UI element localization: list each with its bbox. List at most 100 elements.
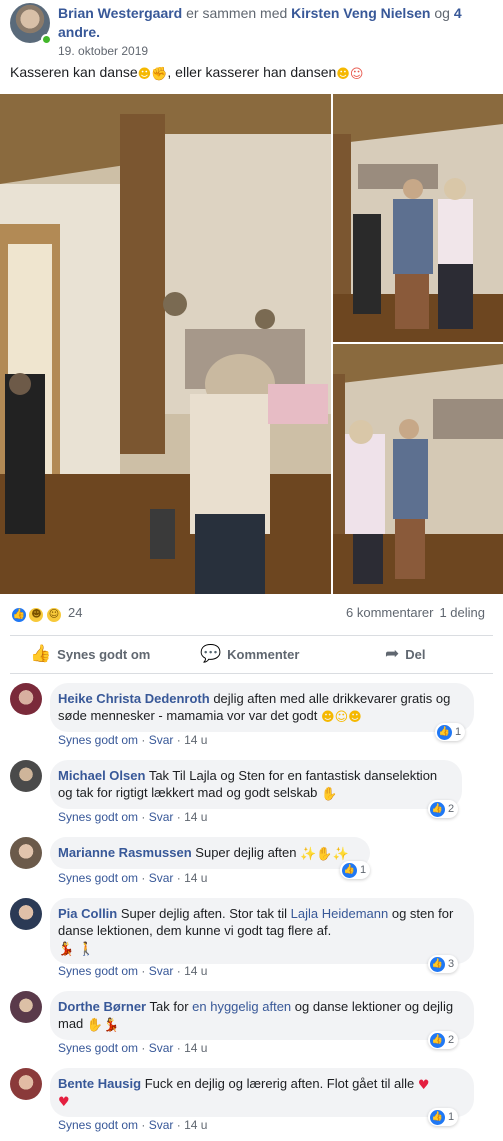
comment-time[interactable]: 14 u (184, 1118, 207, 1132)
commenter-name[interactable]: Dorthe Børner (58, 999, 146, 1014)
post-author-line: Brian Westergaard er sammen med Kirsten … (58, 4, 488, 42)
thumbs-up-emoji-icon: ✋ (321, 787, 338, 802)
comment-reply-link[interactable]: Svar (149, 964, 174, 978)
commenter-avatar[interactable] (10, 837, 42, 869)
post-header: Brian Westergaard er sammen med Kirsten … (10, 3, 495, 58)
like-button-label: Synes godt om (57, 646, 151, 662)
comment-like-link[interactable]: Synes godt om (58, 733, 138, 747)
comment-bubble: Michael Olsen Tak Til Lajla og Sten for … (50, 760, 462, 809)
comment-bubble: Dorthe Børner Tak for en hyggelig aften … (50, 991, 474, 1040)
comment-like-link[interactable]: Synes godt om (58, 871, 138, 885)
comment-reply-link[interactable]: Svar (149, 871, 174, 885)
post-actions: 👍 Synes godt om 💬 Kommenter ➦ Del (10, 637, 493, 671)
comment-button-label: Kommenter (227, 646, 300, 662)
comment-like-link[interactable]: Synes godt om (58, 1041, 138, 1055)
photo-bottom-right[interactable] (333, 344, 503, 594)
heart-emoji-icon: ♥ (58, 1095, 70, 1110)
comment-bubble: Marianne Rasmussen Super dejlig aften ✨✋… (50, 837, 370, 869)
comment-like-link[interactable]: Synes godt om (58, 1118, 138, 1132)
comment-reply-link[interactable]: Svar (149, 733, 174, 747)
comment-meta: Synes godt om · Svar · 14 u (58, 871, 208, 885)
online-status-icon (41, 34, 52, 45)
like-reaction-icon: 👍 (430, 1109, 445, 1125)
comment-tag-link[interactable]: en hyggelig aften (192, 999, 291, 1014)
flexed-biceps-emoji-icon: ✊ (151, 67, 168, 82)
thumbs-up-emoji-icon: ✋ (86, 1018, 104, 1033)
comment-meta: Synes godt om · Svar · 14 u (58, 964, 208, 978)
reaction-icons[interactable]: 👍 ☻ ☺ (10, 604, 63, 624)
comment-reaction-count: 2 (448, 1034, 455, 1046)
comment-reaction-badge[interactable]: 👍 1 (428, 1108, 459, 1126)
comment-text-a: Tak for (149, 999, 193, 1014)
comment-like-link[interactable]: Synes godt om (58, 810, 138, 824)
commenter-name[interactable]: Heike Christa Dedenroth (58, 691, 210, 706)
comment-meta: Synes godt om · Svar · 14 u (58, 1118, 208, 1132)
comment-meta: Synes godt om · Svar · 14 u (58, 1041, 208, 1055)
like-reaction-icon: 👍 (342, 862, 357, 878)
commenter-name[interactable]: Bente Hausig (58, 1076, 141, 1091)
comment-reaction-badge[interactable]: 👍 2 (428, 800, 459, 818)
photo-bottom-right-image (333, 344, 503, 594)
commenter-avatar[interactable] (10, 1068, 42, 1100)
comment-reply-link[interactable]: Svar (149, 810, 174, 824)
comment-text: Fuck en dejlig og lærerig aften. Flot gå… (144, 1076, 415, 1091)
comment-time[interactable]: 14 u (184, 1041, 207, 1055)
comment-reaction-count: 1 (360, 864, 367, 876)
comment-meta: Synes godt om · Svar · 14 u (58, 733, 208, 747)
dancer-emoji-icon: 💃 (103, 1018, 120, 1033)
author-name-link[interactable]: Brian Westergaard (58, 5, 182, 21)
tagged-person-link[interactable]: Kirsten Veng Nielsen (291, 5, 430, 21)
commenter-avatar[interactable] (10, 991, 42, 1023)
photo-main[interactable] (0, 94, 331, 594)
thumbs-up-icon: 👍 (30, 644, 52, 664)
comment-button[interactable]: 💬 Kommenter (200, 637, 299, 671)
comment-time[interactable]: 14 u (184, 810, 207, 824)
post-date[interactable]: 19. oktober 2019 (58, 44, 148, 58)
dancer-emoji-icon: 💃 🚶 (58, 942, 95, 957)
commenter-avatar[interactable] (10, 760, 42, 792)
heart-eyes-emoji-icon: ☻ (137, 67, 152, 82)
like-reaction-icon: 👍 (430, 1032, 445, 1048)
commenter-name[interactable]: Pia Collin (58, 906, 117, 921)
party-emoji-icon: ✨✋✨ (300, 847, 349, 862)
like-reaction-icon: 👍 (10, 606, 28, 624)
share-arrow-icon: ➦ (385, 644, 400, 664)
commenter-avatar[interactable] (10, 683, 42, 715)
caption-part-1: Kasseren kan danse (10, 64, 138, 80)
comment-time[interactable]: 14 u (184, 733, 207, 747)
like-button[interactable]: 👍 Synes godt om (30, 637, 150, 671)
commenter-name[interactable]: Michael Olsen (58, 768, 145, 783)
comment-reaction-badge[interactable]: 👍 1 (340, 861, 371, 879)
comment-reply-link[interactable]: Svar (149, 1118, 174, 1132)
comment-count-link[interactable]: 6 kommentarer (346, 605, 433, 620)
like-reaction-icon: 👍 (437, 724, 452, 740)
comment-reaction-badge[interactable]: 👍 1 (435, 723, 466, 741)
comment-reply-link[interactable]: Svar (149, 1041, 174, 1055)
comment-text: Super dejlig aften (195, 845, 297, 860)
comment-reaction-badge[interactable]: 👍 2 (428, 1031, 459, 1049)
grinning-emoji-icon: ☻☺☻ (321, 710, 362, 725)
share-button[interactable]: ➦ Del (385, 637, 425, 671)
comment-time[interactable]: 14 u (184, 964, 207, 978)
comment-reaction-badge[interactable]: 👍 3 (428, 955, 459, 973)
comment-meta: Synes godt om · Svar · 14 u (58, 810, 208, 824)
share-count-link[interactable]: 1 deling (439, 605, 485, 620)
post-caption: Kasseren kan danse☻✊, eller kasserer han… (10, 64, 363, 81)
commenter-avatar[interactable] (10, 898, 42, 930)
comment-time[interactable]: 14 u (184, 871, 207, 885)
photo-top-right[interactable] (333, 94, 503, 342)
heart-emoji-icon: ♥ (417, 1078, 430, 1093)
caption-part-2: , eller kasserer han dansen (167, 64, 337, 80)
and-text: og (430, 5, 454, 21)
commenter-name[interactable]: Marianne Rasmussen (58, 845, 192, 860)
comment-tag-link[interactable]: Lajla Heidemann (291, 906, 389, 921)
reaction-count[interactable]: 24 (68, 605, 82, 620)
haha-reaction-icon: ☻ (27, 606, 46, 624)
comment-reaction-count: 1 (448, 1111, 455, 1123)
comment-reaction-count: 3 (448, 958, 455, 970)
photo-grid (0, 94, 503, 594)
comment-like-link[interactable]: Synes godt om (58, 964, 138, 978)
share-button-label: Del (405, 646, 426, 662)
sunglasses-emoji-icon: ☻ (336, 67, 350, 82)
like-reaction-icon: 👍 (430, 801, 445, 817)
